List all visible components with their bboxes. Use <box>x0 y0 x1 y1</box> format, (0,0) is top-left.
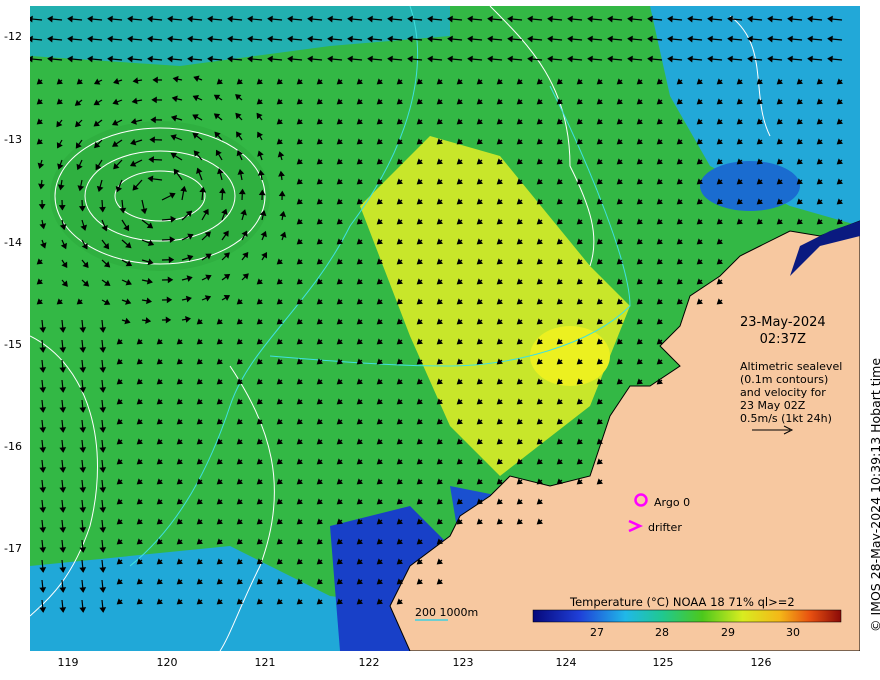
cool-core <box>700 161 800 211</box>
y-tick-label: -15 <box>4 338 22 351</box>
y-tick-label: -17 <box>4 542 22 555</box>
x-tick-label: 119 <box>57 656 79 669</box>
x-tick-label: 124 <box>555 656 577 669</box>
altimetry-line: Altimetric sealevel <box>740 360 843 373</box>
altimetry-line: 0.5m/s (1kt 24h) <box>740 412 832 425</box>
date-text: 23-May-2024 <box>740 315 826 330</box>
y-tick-label: -12 <box>4 30 22 43</box>
y-tick-label: -13 <box>4 133 22 146</box>
eddy-region <box>50 121 270 271</box>
velocity-arrow-head <box>30 15 33 23</box>
x-tick-label: 123 <box>452 656 474 669</box>
sst-map <box>30 6 860 651</box>
colorbar-tick: 30 <box>786 626 800 639</box>
x-tick-label: 126 <box>750 656 772 669</box>
warm-core <box>530 326 610 386</box>
colorbar-title: Temperature (°C) NOAA 18 71% ql>=2 <box>570 595 795 609</box>
x-tick-label: 122 <box>358 656 380 669</box>
time-text: 02:37Z <box>759 332 807 347</box>
colorbar-tick: 27 <box>590 626 604 639</box>
velocity-arrow-head <box>30 55 33 63</box>
velocity-arrow-head <box>30 35 33 43</box>
x-tick-label: 125 <box>652 656 674 669</box>
timestamp-label: 23-May-2024 02:37Z <box>740 314 826 348</box>
temperature-colorbar <box>532 609 842 623</box>
drifter-legend-label: drifter <box>648 521 682 534</box>
altimetry-line: (0.1m contours) <box>740 373 829 386</box>
altimetry-line: and velocity for <box>740 386 826 399</box>
copyright-label: © IMOS 28-May-2024 10:39:13 Hobart time <box>868 357 880 632</box>
altimetry-line: 23 May 02Z <box>740 399 806 412</box>
y-tick-label: -14 <box>4 236 22 249</box>
colorbar-tick: 28 <box>655 626 669 639</box>
depth-scale-label: 200 1000m <box>415 606 479 619</box>
argo-legend-label: Argo 0 <box>654 496 691 509</box>
x-tick-label: 121 <box>254 656 276 669</box>
y-tick-label: -16 <box>4 440 22 453</box>
altimetry-description: Altimetric sealevel (0.1m contours) and … <box>740 360 842 425</box>
colorbar-tick: 29 <box>721 626 735 639</box>
x-tick-label: 120 <box>156 656 178 669</box>
